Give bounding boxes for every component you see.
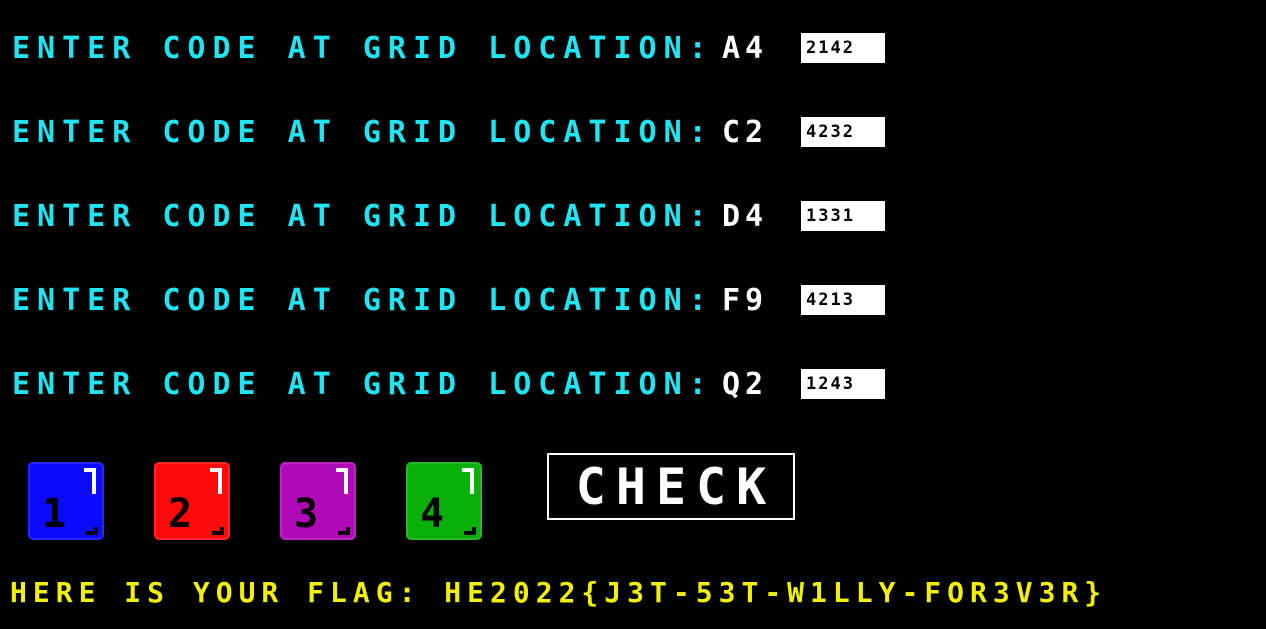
flag-text: HERE IS YOUR FLAG: HE2022{J3T-53T-W1LLY-… <box>10 576 1108 609</box>
die-corner-icon <box>338 527 350 535</box>
check-button[interactable]: CHECK <box>547 453 795 520</box>
grid-location-label: C2 <box>722 114 769 150</box>
die-corner-icon <box>86 527 98 535</box>
die-shine-icon <box>210 468 222 494</box>
die-1-button[interactable]: 1 <box>25 459 107 543</box>
die-2-button[interactable]: 2 <box>151 459 233 543</box>
die-shine-icon <box>462 468 474 494</box>
grid-location-label: Q2 <box>722 366 769 402</box>
grid-location-label: D4 <box>722 198 769 234</box>
die-corner-icon <box>212 527 224 535</box>
grid-prompt-label: ENTER CODE AT GRID LOCATION: <box>12 30 714 66</box>
code-input-3[interactable] <box>801 201 885 231</box>
grid-prompt-label: ENTER CODE AT GRID LOCATION: <box>12 198 714 234</box>
die-4-button[interactable]: 4 <box>403 459 485 543</box>
die-number-label: 3 <box>294 491 319 537</box>
code-row-2: ENTER CODE AT GRID LOCATION: C2 <box>12 114 885 150</box>
grid-prompt-label: ENTER CODE AT GRID LOCATION: <box>12 114 714 150</box>
grid-prompt-label: ENTER CODE AT GRID LOCATION: <box>12 282 714 318</box>
grid-location-label: A4 <box>722 30 769 66</box>
code-row-3: ENTER CODE AT GRID LOCATION: D4 <box>12 198 885 234</box>
grid-prompt-label: ENTER CODE AT GRID LOCATION: <box>12 366 714 402</box>
code-row-4: ENTER CODE AT GRID LOCATION: F9 <box>12 282 885 318</box>
die-number-label: 2 <box>168 491 193 537</box>
code-input-2[interactable] <box>801 117 885 147</box>
code-input-5[interactable] <box>801 369 885 399</box>
code-input-1[interactable] <box>801 33 885 63</box>
code-input-4[interactable] <box>801 285 885 315</box>
die-3-button[interactable]: 3 <box>277 459 359 543</box>
die-shine-icon <box>336 468 348 494</box>
die-number-label: 1 <box>42 491 67 537</box>
code-row-1: ENTER CODE AT GRID LOCATION: A4 <box>12 30 885 66</box>
die-number-label: 4 <box>420 491 445 537</box>
die-shine-icon <box>84 468 96 494</box>
code-row-5: ENTER CODE AT GRID LOCATION: Q2 <box>12 366 885 402</box>
grid-location-label: F9 <box>722 282 769 318</box>
die-corner-icon <box>464 527 476 535</box>
